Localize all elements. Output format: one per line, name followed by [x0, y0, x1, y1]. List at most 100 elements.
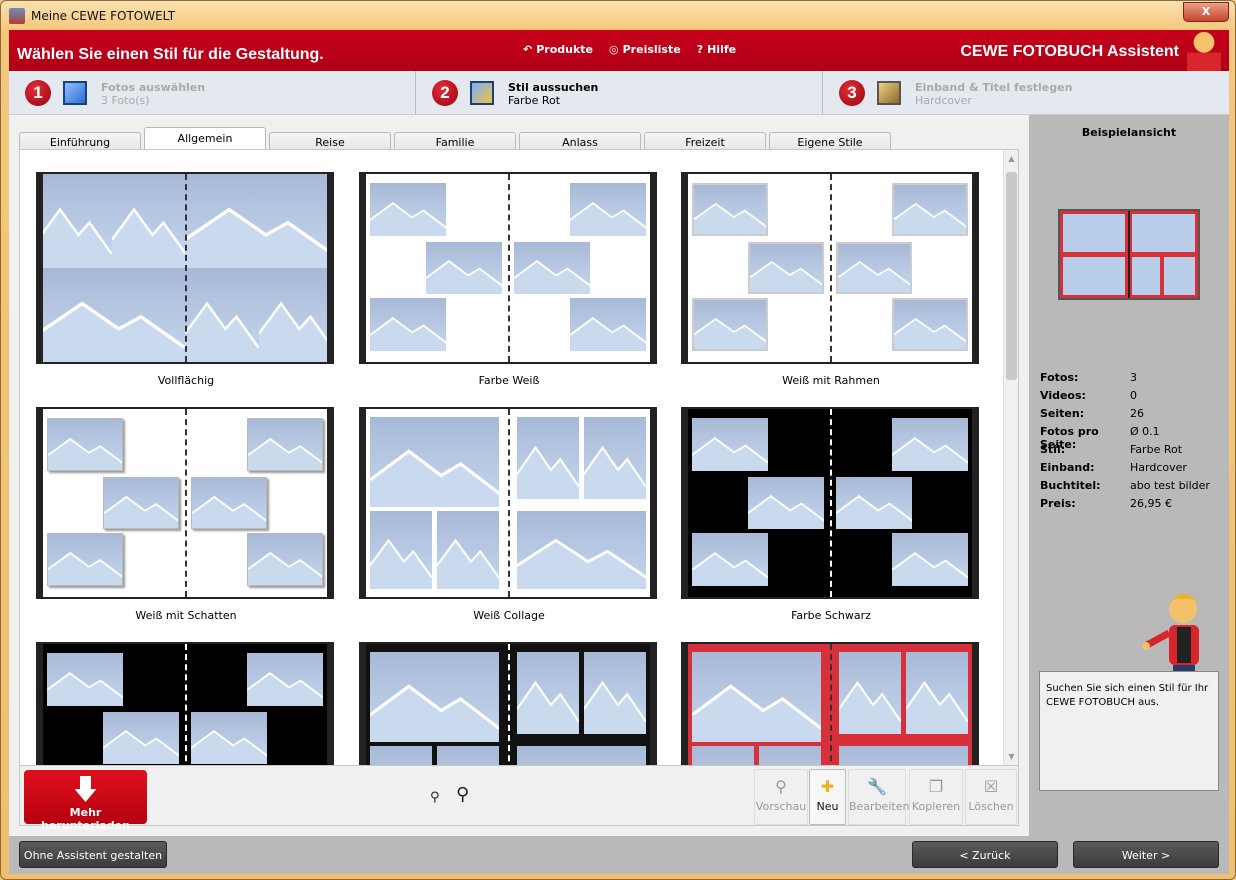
stat-key: Videos: [1040, 389, 1086, 402]
style-thumbnail [681, 642, 979, 765]
style-thumbnail [359, 407, 657, 599]
help-icon: ? [696, 43, 704, 56]
toolbar-label: Neu [816, 800, 839, 813]
download-more-button[interactable]: Mehr herunterladen [24, 770, 147, 832]
zoom-out-icon[interactable]: ⚲ [430, 790, 440, 805]
style-item[interactable]: Vollflächig [36, 172, 336, 387]
mascot-icon [1142, 594, 1199, 675]
step-sub: Hardcover [915, 94, 972, 107]
step-1[interactable]: 1 Fotos auswählen 3 Foto(s) [9, 71, 416, 114]
photo-placeholder [516, 416, 579, 500]
toolbar-button-2[interactable]: 🔧 Bearbeiten [848, 769, 910, 825]
stat-row: Videos: 0 [1040, 389, 1210, 407]
style-label: Weiß mit Schatten [135, 609, 237, 622]
nav-label: Hilfe [707, 43, 737, 56]
page-fold [508, 174, 510, 362]
style-thumbnail [36, 172, 334, 364]
photo-placeholder [38, 174, 112, 268]
page-fold [185, 174, 187, 362]
stat-key: Fotos: [1040, 371, 1079, 384]
nav-produkte[interactable]: ↶ Produkte [523, 43, 593, 56]
photo-placeholder [838, 745, 969, 765]
style-item[interactable] [359, 642, 659, 765]
photo-placeholder [584, 416, 647, 500]
scroll-up-icon[interactable]: ▲ [1004, 154, 1018, 163]
footer: Ohne Assistent gestalten < Zurück Weiter… [9, 836, 1229, 874]
nav-preisliste[interactable]: ◎ Preisliste [609, 43, 681, 56]
toolbar-button-1[interactable]: ✚ Neu [809, 769, 846, 825]
toolbar-button-3[interactable]: ❐ Kopieren [909, 769, 963, 825]
style-label: Farbe Weiß [478, 374, 540, 387]
style-label: Vollflächig [157, 374, 215, 387]
page-fold [508, 409, 510, 597]
download-icon [74, 776, 97, 802]
style-item[interactable]: Farbe Weiß [359, 172, 659, 387]
photo-placeholder [437, 510, 500, 590]
mascot-icon [1187, 30, 1221, 71]
scrollbar[interactable]: ▲ ▼ [1003, 150, 1018, 765]
preview-title: Beispielansicht [1081, 126, 1177, 139]
photo-placeholder [516, 510, 647, 590]
nav-hilfe[interactable]: ? Hilfe [697, 43, 736, 56]
zoom-in-icon[interactable]: ⚲ [456, 784, 469, 805]
photo-placeholder [891, 418, 969, 472]
toolbar-label: Kopieren [911, 800, 961, 813]
photo-placeholder [46, 653, 124, 707]
preview-thumbnail [1058, 209, 1200, 300]
no-assistant-button[interactable]: Ohne Assistent gestalten [19, 841, 167, 868]
page-title: Wählen Sie einen Stil für die Gestaltung… [17, 46, 324, 63]
photo-placeholder [246, 533, 324, 586]
photo-placeholder [513, 241, 591, 295]
photo-placeholder [584, 651, 647, 735]
style-label: Farbe Schwarz [791, 609, 871, 622]
scroll-down-icon[interactable]: ▼ [1004, 752, 1018, 761]
style-thumbnail [681, 407, 979, 599]
stat-value: abo test bilder [1130, 479, 1210, 492]
stat-value: 3 [1130, 371, 1137, 384]
step-3[interactable]: 3 Einband & Titel festlegen Hardcover [823, 71, 1229, 114]
toolbar-icon: 🔧 [867, 777, 887, 796]
toolbar-icon: ❐ [928, 777, 944, 796]
photo-placeholder [185, 268, 259, 362]
photo-placeholder [891, 298, 969, 351]
photo-placeholder [102, 476, 180, 530]
toolbar-button-4[interactable]: ☒ Löschen [965, 769, 1017, 825]
photo-placeholder [369, 651, 500, 742]
scroll-thumb[interactable] [1006, 172, 1017, 380]
style-item[interactable]: Weiß mit Rahmen [681, 172, 981, 387]
photo-placeholder [246, 653, 324, 707]
toolbar-label: Bearbeiten [849, 800, 910, 813]
close-button[interactable]: X [1183, 2, 1229, 22]
photo-placeholder [569, 298, 647, 351]
toolbar-icon: ⚲ [775, 777, 787, 796]
photo-placeholder [369, 298, 447, 351]
step-sub: 3 Foto(s) [101, 94, 150, 107]
photo-placeholder [46, 533, 124, 586]
stat-value: Farbe Rot [1130, 443, 1183, 456]
step-2[interactable]: 2 Stil aussuchen Farbe Rot [416, 71, 823, 114]
back-button[interactable]: < Zurück [912, 841, 1058, 868]
style-label: Weiß mit Rahmen [782, 374, 880, 387]
page-fold [508, 644, 510, 765]
header-nav: ↶ Produkte ◎ Preisliste ? Hilfe [523, 43, 736, 56]
photos-icon [63, 81, 87, 105]
style-item[interactable] [36, 642, 336, 765]
step-title: Einband & Titel festlegen [915, 81, 1073, 94]
style-gallery: ▲ ▼ Vollflächig Farbe Weiß Weiß mit Rahmen W… [19, 149, 1019, 766]
toolbar-button-0[interactable]: ⚲ Vorschau [754, 769, 808, 825]
hint-bubble: Suchen Sie sich einen Stil für Ihr CEWE … [1039, 671, 1219, 791]
style-item[interactable]: Weiß Collage [359, 407, 659, 622]
next-button[interactable]: Weiter > [1073, 841, 1219, 868]
photo-placeholder [46, 418, 124, 472]
photo-placeholder [691, 745, 754, 765]
style-item[interactable] [681, 642, 981, 765]
brand-title: CEWE FOTOBUCH Assistent [960, 43, 1179, 60]
style-item[interactable]: Weiß mit Schatten [36, 407, 336, 622]
photo-placeholder [759, 745, 822, 765]
photo-placeholder [691, 418, 769, 472]
stat-value: Hardcover [1130, 461, 1187, 474]
style-item[interactable]: Farbe Schwarz [681, 407, 981, 622]
style-panel: Einführung Allgemein Reise Familie Anlass Fre… [9, 115, 1029, 836]
style-thumbnail [36, 642, 334, 765]
photo-placeholder [691, 183, 769, 237]
